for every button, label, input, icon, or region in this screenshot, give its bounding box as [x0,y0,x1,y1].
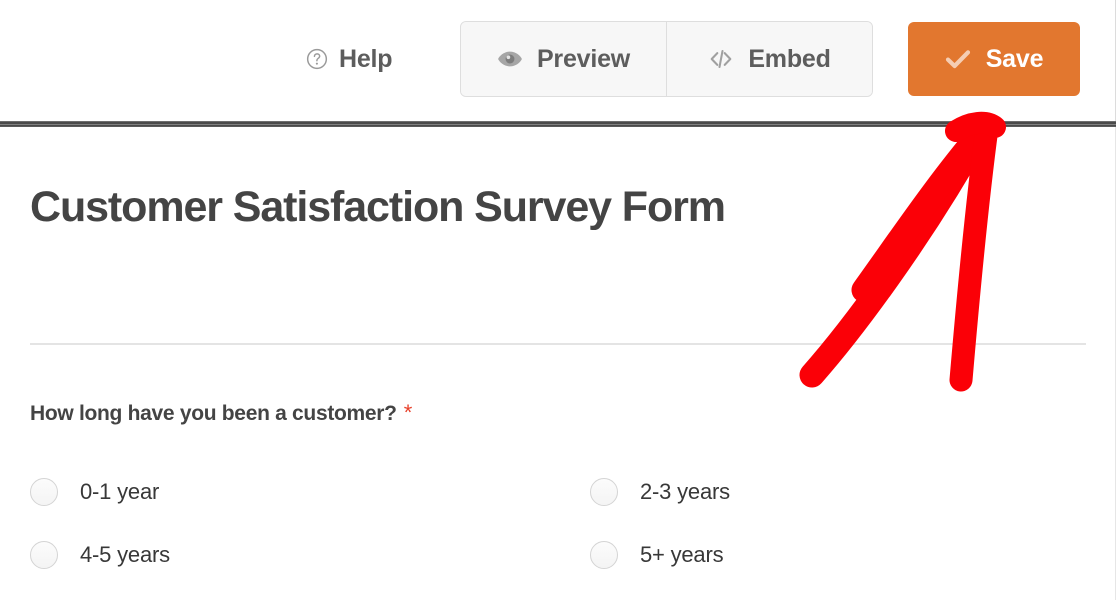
title-divider [30,343,1086,345]
radio-option-2-3-years[interactable]: 2-3 years [590,460,1086,523]
radio-option-4-5-years[interactable]: 4-5 years [30,523,590,586]
required-indicator: * [403,400,413,425]
save-label: Save [985,44,1044,73]
radio-option-label: 5+ years [640,541,724,567]
question-circle-icon [306,48,328,70]
help-label: Help [339,44,393,73]
preview-label: Preview [536,44,631,73]
eye-icon [497,46,523,72]
radio-circle[interactable] [30,540,58,569]
check-icon [945,48,971,70]
radio-option-5-plus-years[interactable]: 5+ years [590,523,1086,586]
help-button[interactable]: Help [306,40,393,78]
code-icon [708,46,734,72]
field-label-text: How long have you been a customer? [30,402,397,425]
field-label: How long have you been a customer? * [30,400,413,425]
save-button[interactable]: Save [908,22,1080,96]
preview-embed-button-group: Preview Embed [460,21,873,97]
form-title: Customer Satisfaction Survey Form [30,183,726,231]
radio-option-0-1-year[interactable]: 0-1 year [30,460,590,523]
radio-circle[interactable] [590,540,618,569]
embed-label: Embed [748,44,831,73]
preview-button[interactable]: Preview [461,22,666,96]
radio-option-label: 0-1 year [80,478,160,504]
top-toolbar: Help Preview Embed Save [0,0,1116,121]
radio-circle[interactable] [30,477,58,506]
radio-circle[interactable] [590,477,618,506]
form-builder-canvas: Customer Satisfaction Survey Form How lo… [0,127,1116,600]
embed-button[interactable]: Embed [666,22,872,96]
radio-option-grid: 0-1 year 2-3 years 4-5 years 5+ years [30,460,1086,586]
radio-option-label: 4-5 years [80,541,170,567]
radio-option-label: 2-3 years [640,478,730,504]
